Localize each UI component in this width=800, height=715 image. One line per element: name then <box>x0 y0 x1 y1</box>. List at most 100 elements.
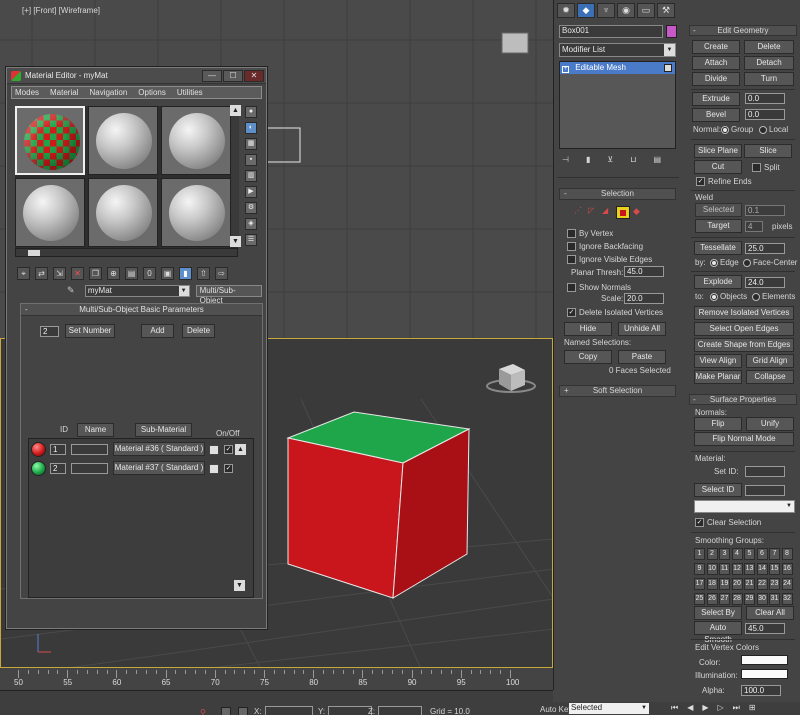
smoothing-group-button[interactable]: 19 <box>719 578 730 590</box>
smoothing-group-button[interactable]: 12 <box>731 563 743 575</box>
alpha-field[interactable]: 100.0 <box>741 685 781 696</box>
explode-elements-radio[interactable] <box>752 293 760 301</box>
assign-to-selection-icon[interactable]: ⇲ <box>53 266 66 280</box>
view-align-button[interactable]: View Align <box>694 354 742 368</box>
unify-button[interactable]: Unify <box>746 417 794 431</box>
material-editor-window[interactable]: Material Editor - myMat — ☐ ✕ Modes Mate… <box>6 67 267 629</box>
delete-isolated-checkbox[interactable]: ✓ <box>567 308 576 317</box>
submaterial-name-field[interactable] <box>71 444 108 455</box>
delete-geometry-button[interactable]: Delete <box>744 40 794 54</box>
z-coord-field[interactable] <box>378 706 422 715</box>
make-unique-icon[interactable]: ⊻ <box>607 155 613 167</box>
add-button[interactable]: Add <box>141 324 174 338</box>
assign-to-scene-icon[interactable]: ⇄ <box>35 266 48 280</box>
isolate-lock-icon[interactable]: ⚲ <box>200 708 210 715</box>
clear-all-button[interactable]: Clear All <box>746 606 794 620</box>
remove-isolated-vertices-button[interactable]: Remove Isolated Vertices <box>694 306 794 320</box>
viewport-label[interactable]: [+] [Front] [Wireframe] <box>22 6 100 15</box>
go-to-parent-icon[interactable]: ⇧ <box>197 266 210 280</box>
sample-type-icon[interactable]: ● <box>245 106 257 118</box>
illumination-color-swatch[interactable] <box>741 669 788 679</box>
explode-button[interactable]: Explode <box>694 275 742 289</box>
material-id-channel-icon[interactable]: 0 <box>143 266 156 280</box>
smoothing-group-button[interactable]: 13 <box>744 563 755 575</box>
make-unique-icon[interactable]: ⊕ <box>107 266 120 280</box>
attach-button[interactable]: Attach <box>692 56 740 70</box>
surface-properties-rollout-header[interactable]: - Surface Properties <box>689 394 797 405</box>
submaterial-row-2[interactable]: 2 Material #37 ( Standard ) ✓ <box>29 460 257 476</box>
minimize-button[interactable]: — <box>202 69 222 82</box>
chevron-down-icon[interactable]: ▼ <box>641 703 647 713</box>
previous-frame-icon[interactable]: ◀ <box>687 703 693 713</box>
vertex-level-icon[interactable]: ⋰ <box>574 206 585 219</box>
stack-toggle-icon[interactable] <box>664 64 672 72</box>
chevron-down-icon[interactable]: ▼ <box>664 44 675 56</box>
submaterial-ball-red[interactable] <box>31 442 46 457</box>
smoothing-group-button[interactable]: 23 <box>769 578 780 590</box>
go-to-start-icon[interactable]: ⏮ <box>671 703 678 713</box>
smoothing-group-button[interactable]: 7 <box>769 548 780 560</box>
grid-align-button[interactable]: Grid Align <box>746 354 794 368</box>
menu-navigation[interactable]: Navigation <box>89 88 127 97</box>
extrude-button[interactable]: Extrude <box>692 92 740 106</box>
reset-map-icon[interactable]: ✕ <box>71 266 84 280</box>
smoothing-group-button[interactable]: 32 <box>781 593 793 605</box>
modify-tab-icon[interactable]: ◆ <box>577 3 595 18</box>
smoothing-group-button[interactable]: 3 <box>719 548 730 560</box>
extrude-amount-field[interactable]: 0.0 <box>745 93 785 104</box>
maximize-button[interactable]: ☐ <box>223 69 243 82</box>
material-editor-titlebar[interactable]: Material Editor - myMat — ☐ ✕ <box>7 68 266 84</box>
element-level-icon[interactable]: ◆ <box>633 206 644 219</box>
smoothing-group-button[interactable]: 22 <box>756 578 768 590</box>
vertex-color-swatch[interactable] <box>741 655 788 665</box>
put-to-library-icon[interactable]: ▤ <box>125 266 138 280</box>
tessellate-button[interactable]: Tessellate <box>694 241 742 255</box>
smoothing-group-button[interactable]: 6 <box>756 548 768 560</box>
submaterial-onoff-checkbox[interactable]: ✓ <box>224 445 233 454</box>
unhide-all-button[interactable]: Unhide All <box>618 322 666 336</box>
smoothing-group-button[interactable]: 14 <box>756 563 768 575</box>
smoothing-group-button[interactable]: 20 <box>731 578 743 590</box>
sample-slot-3[interactable] <box>161 106 231 175</box>
weld-threshold-field[interactable]: 0.1 <box>745 205 785 216</box>
scroll-down-icon[interactable]: ▼ <box>230 236 241 247</box>
smoothing-group-button[interactable]: 21 <box>744 578 755 590</box>
ignore-backfacing-checkbox[interactable] <box>567 242 576 251</box>
object-color-swatch[interactable] <box>666 25 677 38</box>
smoothing-group-button[interactable]: 25 <box>694 593 705 605</box>
smoothing-group-button[interactable]: 17 <box>694 578 705 590</box>
material-count-field[interactable]: 2 <box>40 326 59 337</box>
smoothing-group-button[interactable]: 1 <box>694 548 705 560</box>
expand-icon[interactable]: + <box>562 66 569 73</box>
set-id-field[interactable] <box>745 466 785 477</box>
close-button[interactable]: ✕ <box>244 69 264 82</box>
edge-level-icon[interactable]: ◸ <box>588 206 599 219</box>
smoothing-group-button[interactable]: 27 <box>719 593 730 605</box>
planar-thresh-field[interactable]: 45.0 <box>624 266 664 277</box>
menu-options[interactable]: Options <box>138 88 166 97</box>
submaterial-color-swatch[interactable] <box>209 464 219 474</box>
bevel-button[interactable]: Bevel <box>692 108 740 122</box>
delete-button[interactable]: Delete <box>182 324 215 338</box>
submaterial-onoff-checkbox[interactable]: ✓ <box>224 464 233 473</box>
absolute-mode-icon[interactable] <box>238 707 248 715</box>
explode-angle-field[interactable]: 24.0 <box>745 277 785 288</box>
normals-scale-field[interactable]: 20.0 <box>624 293 664 304</box>
select-id-button[interactable]: Select ID <box>694 483 742 497</box>
display-tab-icon[interactable]: ▭ <box>637 3 655 18</box>
show-end-result-icon[interactable]: ▮ <box>586 155 590 167</box>
smoothing-group-button[interactable]: 10 <box>706 563 718 575</box>
submaterial-button[interactable]: Material #37 ( Standard ) <box>113 461 205 475</box>
detach-button[interactable]: Detach <box>744 56 794 70</box>
flip-normal-mode-button[interactable]: Flip Normal Mode <box>694 432 794 446</box>
auto-key-button[interactable]: Auto Key <box>540 705 572 714</box>
cut-button[interactable]: Cut <box>694 160 742 174</box>
configure-sets-icon[interactable]: ▤ <box>653 155 661 167</box>
sample-slot-4[interactable] <box>15 178 85 247</box>
normal-group-radio[interactable] <box>721 126 729 134</box>
tessellate-edge-radio[interactable] <box>710 259 718 267</box>
make-planar-button[interactable]: Make Planar <box>694 370 742 384</box>
go-to-end-icon[interactable]: ⏭ <box>733 703 740 713</box>
show-map-icon[interactable]: ▣ <box>161 266 174 280</box>
object-name-field[interactable]: Box001 <box>559 25 663 38</box>
